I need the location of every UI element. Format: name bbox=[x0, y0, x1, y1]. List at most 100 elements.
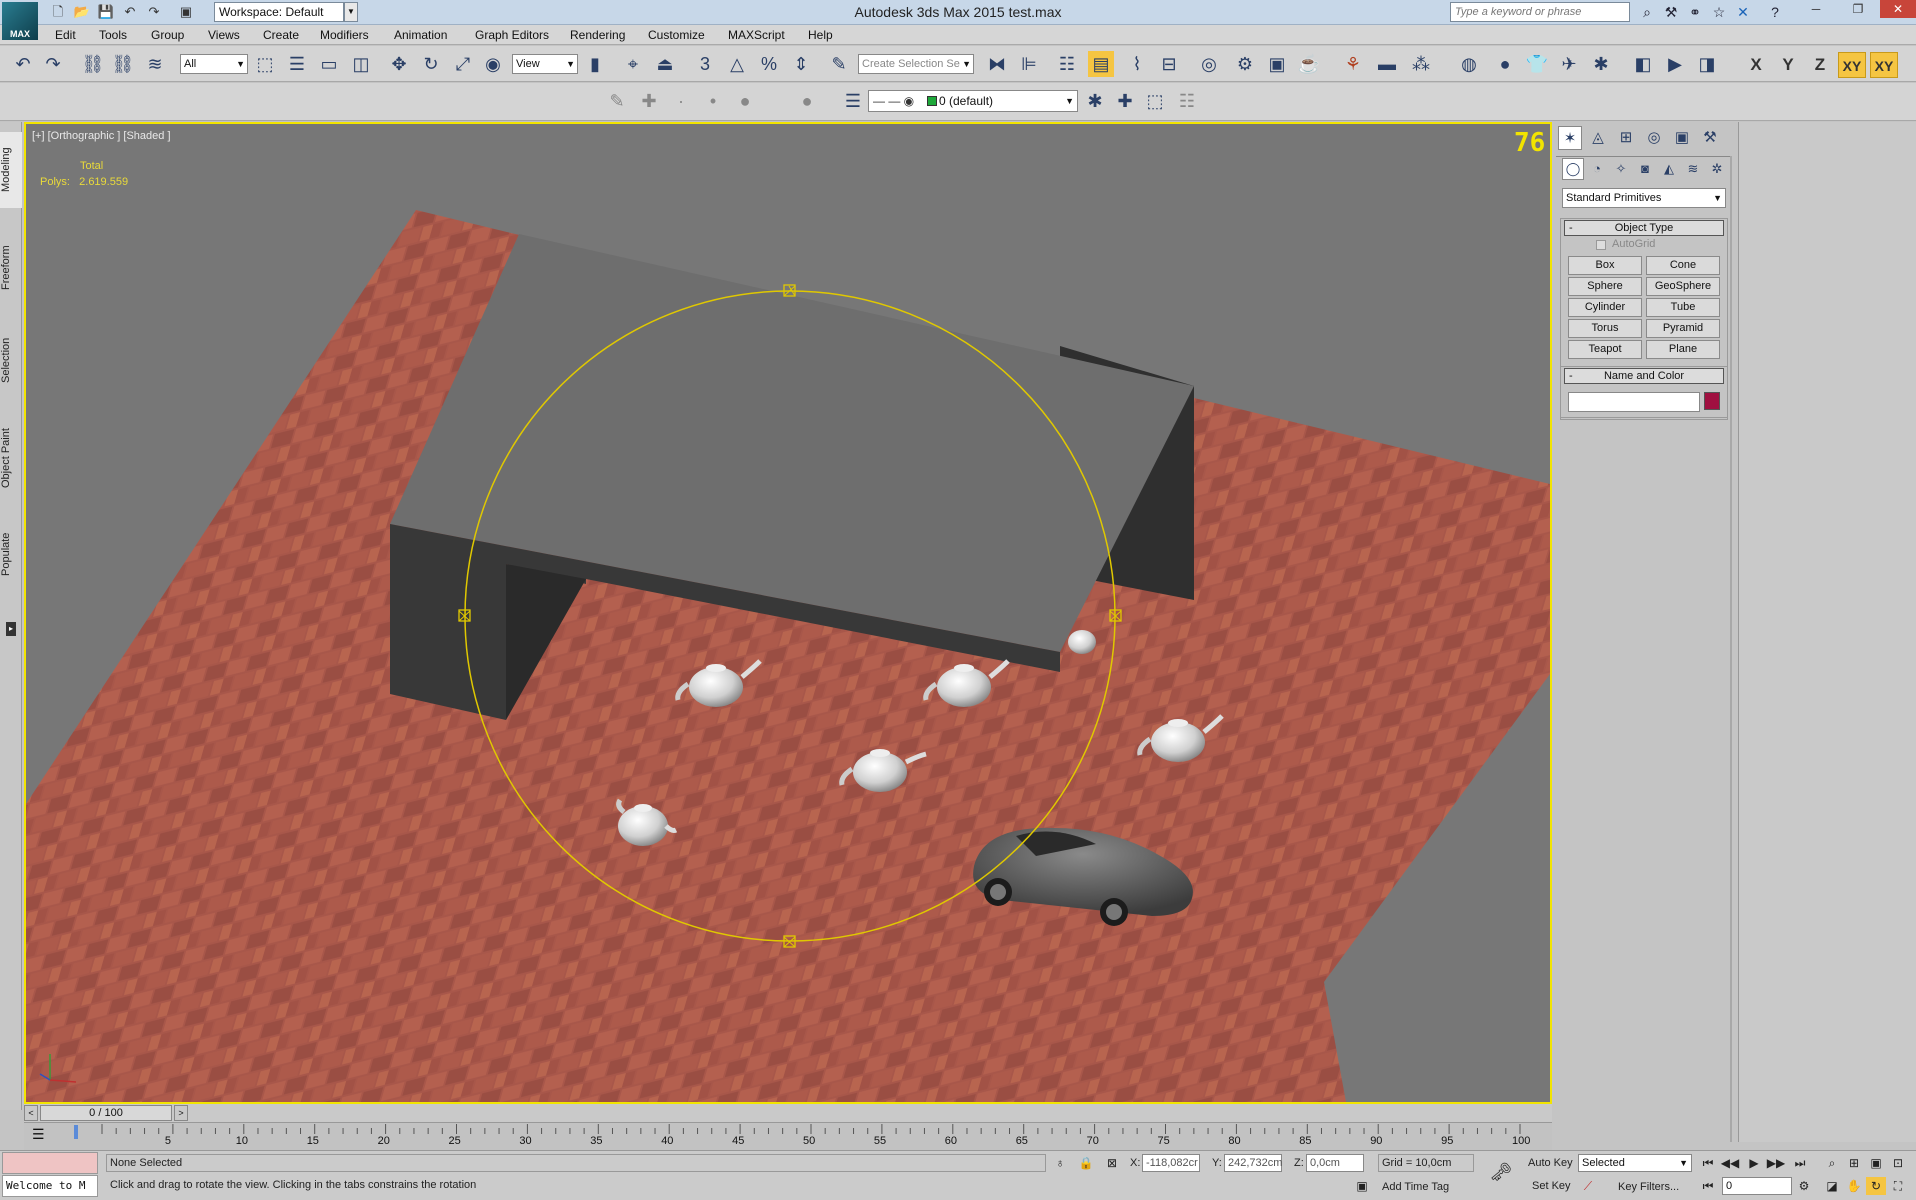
scene-canvas[interactable] bbox=[26, 124, 1550, 1102]
motion-tab-icon[interactable]: ◎ bbox=[1642, 126, 1666, 150]
select-scale-icon[interactable]: ⤢ bbox=[450, 51, 476, 77]
minimize-icon[interactable]: ─ bbox=[1802, 0, 1830, 18]
ribbon-toggle-icon[interactable]: ▸ bbox=[6, 622, 16, 636]
window-crossing-icon[interactable]: ◫ bbox=[348, 51, 374, 77]
maximize-viewport-icon[interactable]: ⛶ bbox=[1888, 1177, 1908, 1195]
percent-snap-button[interactable]: % bbox=[756, 51, 782, 77]
medium-dot-icon[interactable]: • bbox=[700, 88, 726, 114]
menu-views[interactable]: Views bbox=[208, 25, 240, 45]
redo-icon[interactable]: ↷ bbox=[144, 3, 164, 21]
hair-icon[interactable]: ✈ bbox=[1556, 51, 1582, 77]
autogrid-checkbox[interactable] bbox=[1596, 240, 1606, 250]
field-of-view-icon[interactable]: ◪ bbox=[1822, 1177, 1842, 1195]
viewport-label[interactable]: [+] [Orthographic ] [Shaded ] bbox=[32, 130, 171, 142]
pivot-center-icon[interactable]: ▮ bbox=[582, 51, 608, 77]
project-folder-icon[interactable]: ▣ bbox=[176, 3, 196, 21]
object-color-swatch[interactable] bbox=[1704, 392, 1720, 410]
save-icon[interactable]: 💾 bbox=[96, 3, 116, 21]
container-icon[interactable]: ◍ bbox=[1456, 51, 1482, 77]
menu-help[interactable]: Help bbox=[808, 25, 833, 45]
x-coord-field[interactable]: -118,082cr bbox=[1142, 1154, 1200, 1172]
perspective-viewport[interactable]: [+] [Orthographic ] [Shaded ] Total Poly… bbox=[24, 122, 1552, 1104]
time-slider-thumb[interactable]: 0 / 100 bbox=[40, 1105, 172, 1121]
isolate-selection-icon[interactable]: ♁ bbox=[1050, 1154, 1070, 1172]
undo-icon[interactable]: ↶ bbox=[10, 51, 36, 77]
auto-key-button[interactable]: Auto Key bbox=[1528, 1157, 1573, 1169]
add-point-icon[interactable]: ✚ bbox=[636, 88, 662, 114]
orbit-icon[interactable]: ↻ bbox=[1866, 1177, 1886, 1195]
geosphere-button[interactable]: GeoSphere bbox=[1646, 277, 1720, 296]
display-tab-icon[interactable]: ▣ bbox=[1670, 126, 1694, 150]
menu-graph-editors[interactable]: Graph Editors bbox=[475, 25, 549, 45]
prev-frame-arrow-icon[interactable]: < bbox=[24, 1105, 38, 1121]
select-and-link-icon[interactable]: ⛓ bbox=[80, 51, 106, 77]
workspace-dropdown[interactable]: Workspace: Default bbox=[214, 2, 344, 22]
menu-rendering[interactable]: Rendering bbox=[570, 25, 625, 45]
key-tangents-icon[interactable]: ⟋ bbox=[1578, 1177, 1598, 1195]
populate-icon[interactable]: ⚘ bbox=[1340, 51, 1366, 77]
array-icon[interactable]: ⁂ bbox=[1408, 51, 1434, 77]
render-setup-icon[interactable]: ⚙ bbox=[1232, 51, 1258, 77]
render-production-icon[interactable]: ☕ bbox=[1296, 51, 1322, 77]
snap-toggle-button[interactable]: 3 bbox=[692, 51, 718, 77]
star-icon[interactable]: ☆ bbox=[1708, 3, 1730, 22]
pyramid-button[interactable]: Pyramid bbox=[1646, 319, 1720, 338]
menu-modifiers[interactable]: Modifiers bbox=[320, 25, 369, 45]
cylinder-button[interactable]: Cylinder bbox=[1568, 298, 1642, 317]
help-icon[interactable]: ? bbox=[1764, 3, 1786, 22]
zoom-extents-icon[interactable]: ▣ bbox=[1866, 1154, 1886, 1172]
material-editor-icon[interactable]: ◎ bbox=[1196, 51, 1222, 77]
tab-freeform[interactable]: Freeform bbox=[0, 228, 22, 308]
go-to-start-icon[interactable]: ⏮ bbox=[1698, 1154, 1718, 1172]
mirror-icon[interactable]: ⧓ bbox=[984, 51, 1010, 77]
space-warps-icon[interactable]: ≋ bbox=[1682, 158, 1704, 180]
rectangular-selection-icon[interactable]: ▭ bbox=[316, 51, 342, 77]
time-tag-icon[interactable]: ▣ bbox=[1352, 1177, 1372, 1195]
menu-create[interactable]: Create bbox=[263, 25, 299, 45]
link-icon[interactable]: ⚭ bbox=[1684, 3, 1706, 22]
panel-scrollbar[interactable] bbox=[1730, 156, 1732, 1142]
maxscript-mini-listener-pink[interactable] bbox=[2, 1152, 98, 1174]
axis-z-button[interactable]: Z bbox=[1806, 52, 1834, 78]
object-name-input[interactable] bbox=[1568, 392, 1700, 412]
select-in-layer-icon[interactable]: ⬚ bbox=[1142, 88, 1168, 114]
close-icon[interactable]: ✕ bbox=[1880, 0, 1916, 18]
key-mode-dropdown[interactable]: Selected ▼ bbox=[1578, 1154, 1692, 1172]
menu-animation[interactable]: Animation bbox=[394, 25, 447, 45]
axis-y-button[interactable]: Y bbox=[1774, 52, 1802, 78]
create-layer-icon[interactable]: ✱ bbox=[1082, 88, 1108, 114]
primitive-category-dropdown[interactable]: Standard Primitives ▼ bbox=[1562, 188, 1726, 208]
selection-brush-icon[interactable]: ✎ bbox=[604, 88, 630, 114]
viewcube[interactable]: 76 bbox=[1514, 128, 1545, 158]
cloth-icon[interactable]: 👕 bbox=[1524, 51, 1550, 77]
reference-coord-dropdown[interactable]: View ▼ bbox=[512, 54, 578, 74]
current-layer-dropdown[interactable]: — — ◉ 0 (default) ▼ bbox=[868, 90, 1078, 112]
set-key-button[interactable]: Set Key bbox=[1532, 1180, 1571, 1192]
set-current-layer-icon[interactable]: ☷ bbox=[1174, 88, 1200, 114]
lights-icon[interactable]: ✧ bbox=[1610, 158, 1632, 180]
hierarchy-tab-icon[interactable]: ⊞ bbox=[1614, 126, 1638, 150]
workspace-arrow-icon[interactable]: ▼ bbox=[344, 2, 358, 22]
key-icon[interactable]: 🗝 bbox=[1486, 1163, 1516, 1181]
menu-group[interactable]: Group bbox=[151, 25, 184, 45]
tab-modeling[interactable]: Modeling bbox=[0, 132, 22, 208]
box-button[interactable]: Box bbox=[1568, 256, 1642, 275]
new-file-icon[interactable]: 🗋 bbox=[48, 3, 68, 21]
select-manipulate-icon[interactable]: ⌖ bbox=[620, 51, 646, 77]
exchange-icon[interactable]: ✕ bbox=[1732, 3, 1754, 22]
ruler-icon[interactable]: ▬ bbox=[1374, 51, 1400, 77]
z-coord-field[interactable]: 0,0cm bbox=[1306, 1154, 1364, 1172]
open-file-icon[interactable]: 📂 bbox=[72, 3, 92, 21]
menu-maxscript[interactable]: MAXScript bbox=[728, 25, 785, 45]
cameras-icon[interactable]: ◙ bbox=[1634, 158, 1656, 180]
zoom-icon[interactable]: ⌕ bbox=[1822, 1154, 1842, 1172]
select-by-name-icon[interactable]: ☰ bbox=[284, 51, 310, 77]
plane-button[interactable]: Plane bbox=[1646, 340, 1720, 359]
key-filters-button[interactable]: Key Filters... bbox=[1618, 1181, 1679, 1193]
create-tab-icon[interactable]: ✶ bbox=[1558, 126, 1582, 150]
sphere-icon[interactable]: ● bbox=[1492, 51, 1518, 77]
undo-icon[interactable]: ↶ bbox=[120, 3, 140, 21]
unlink-icon[interactable]: ⛓ bbox=[110, 51, 136, 77]
tube-button[interactable]: Tube bbox=[1646, 298, 1720, 317]
geometry-icon[interactable]: ◯ bbox=[1562, 158, 1584, 180]
